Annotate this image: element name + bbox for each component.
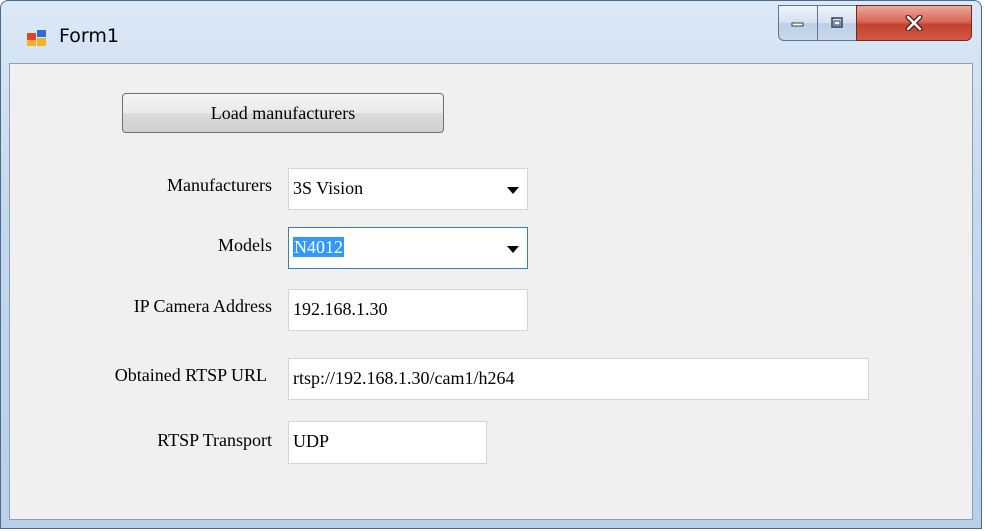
restore-button[interactable] [817, 5, 857, 41]
load-manufacturers-button[interactable]: Load manufacturers [122, 93, 444, 133]
minimize-button[interactable] [778, 5, 818, 41]
models-combobox[interactable]: N4012 [288, 227, 528, 269]
form-app-icon [27, 30, 46, 46]
obtained-rtsp-url-value: rtsp://192.168.1.30/cam1/h264 [293, 368, 515, 388]
form-client-area: Load manufacturers Manufacturers 3S Visi… [9, 63, 973, 520]
manufacturers-selected-value: 3S Vision [293, 178, 364, 198]
close-button[interactable] [856, 5, 972, 41]
ip-address-label-wrap: IP Camera Address [10, 296, 272, 326]
ip-camera-address-label: IP Camera Address [133, 296, 272, 316]
obtained-rtsp-url-label: Obtained RTSP URL [114, 365, 267, 385]
manufacturers-combobox[interactable]: 3S Vision [288, 168, 528, 210]
rtsp-transport-label: RTSP Transport [157, 430, 272, 450]
models-text-wrap: N4012 [293, 237, 344, 258]
ip-camera-address-value: 192.168.1.30 [293, 299, 388, 319]
ip-camera-address-input[interactable]: 192.168.1.30 [288, 289, 528, 331]
close-icon [905, 15, 923, 31]
rtsp-url-label-wrap: Obtained RTSP URL [10, 365, 267, 395]
manufacturers-label: Manufacturers [167, 175, 272, 195]
rtsp-transport-label-wrap: RTSP Transport [10, 430, 272, 460]
models-dropdown-arrow-icon[interactable] [507, 246, 519, 253]
app-window: Form1 Load manufacturers Manufacturers 3… [0, 0, 982, 529]
rtsp-transport-value: UDP [293, 431, 330, 451]
manufacturers-dropdown-arrow-icon[interactable] [507, 187, 519, 194]
obtained-rtsp-url-input[interactable]: rtsp://192.168.1.30/cam1/h264 [288, 358, 869, 400]
models-label-wrap: Models [10, 235, 272, 265]
models-label: Models [218, 235, 272, 255]
minimize-icon [791, 22, 804, 27]
window-title: Form1 [59, 25, 119, 47]
rtsp-transport-input[interactable]: UDP [288, 421, 487, 464]
title-bar[interactable]: Form1 [1, 1, 981, 63]
models-selected-value: N4012 [293, 237, 344, 257]
manufacturers-label-wrap: Manufacturers [10, 175, 272, 205]
restore-icon [831, 17, 843, 28]
